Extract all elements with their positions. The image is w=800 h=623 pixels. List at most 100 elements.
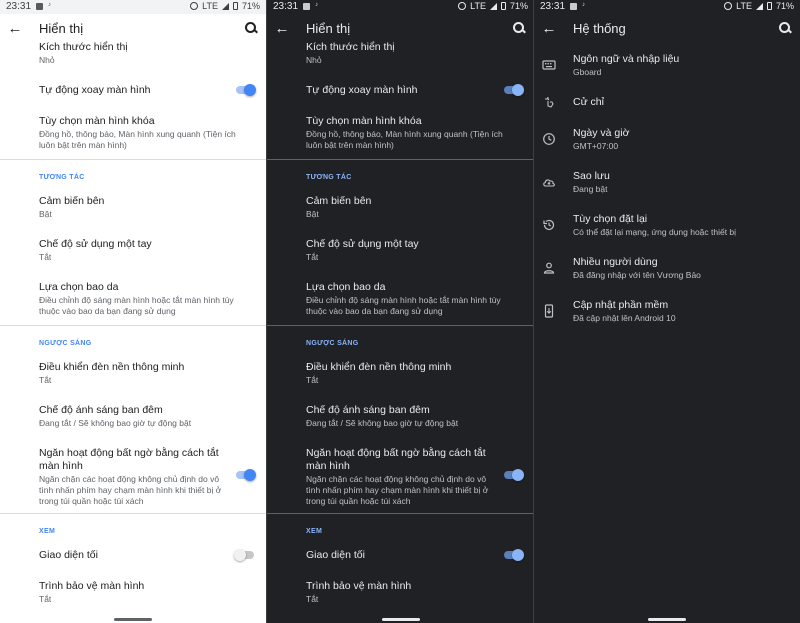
back-arrow-icon[interactable]: ← xyxy=(273,20,291,38)
battery-icon xyxy=(500,2,506,10)
setting-title: Tự động xoay màn hình xyxy=(306,84,418,96)
setting-auto-rotate[interactable]: Tự động xoay màn hình xyxy=(306,84,524,97)
setting-title: Trình bảo vệ màn hình xyxy=(39,580,145,592)
signal-icon xyxy=(489,2,497,10)
auto-rotate-toggle[interactable] xyxy=(234,83,256,97)
setting-title: Chế độ sử dụng một tay xyxy=(306,238,419,250)
status-time: 23:31 xyxy=(273,1,299,12)
setting-lock-screen[interactable]: Tùy chọn màn hình khóa Đồng hồ, thông bá… xyxy=(39,115,252,151)
setting-title: Điều khiển đèn nền thông minh xyxy=(39,361,185,373)
setting-edge-sensor[interactable]: Cảm biến bên Bật xyxy=(306,195,524,220)
gallery-notification-icon xyxy=(36,3,43,10)
setting-screensaver[interactable]: Trình bảo vệ màn hình Tắt xyxy=(39,580,256,605)
back-arrow-icon[interactable]: ← xyxy=(540,20,558,38)
status-bar: 23:31 ♪ LTE 71% xyxy=(267,0,534,14)
history-reset-icon xyxy=(543,219,555,231)
system-item-date-time[interactable]: Ngày và giờ GMT+07:00 xyxy=(573,127,790,152)
status-right: LTE 71% xyxy=(724,1,794,11)
setting-title: Tùy chọn màn hình khóa xyxy=(39,115,155,127)
system-item-backup[interactable]: Sao lưu Đang bật xyxy=(573,170,790,195)
gesture-nav-bar[interactable] xyxy=(648,618,686,621)
status-right: LTE 71% xyxy=(190,1,260,11)
dark-theme-toggle[interactable] xyxy=(502,548,524,562)
setting-title: Cảm biến bên xyxy=(39,195,105,207)
setting-summary: Tắt xyxy=(306,252,319,262)
system-item-language[interactable]: Ngôn ngữ và nhập liệu Gboard xyxy=(573,53,790,78)
divider xyxy=(0,513,266,514)
setting-edge-sensor[interactable]: Cảm biến bên Bật xyxy=(39,195,256,220)
setting-title: Tùy chọn đặt lại xyxy=(573,213,648,225)
setting-summary: Ngăn chặn các hoạt động không chủ định d… xyxy=(39,474,222,506)
setting-summary: Tắt xyxy=(306,594,319,604)
setting-title: Trình bảo vệ màn hình xyxy=(306,580,412,592)
divider xyxy=(267,159,534,160)
notification-icon: ♪ xyxy=(315,2,318,8)
network-type: LTE xyxy=(202,1,218,11)
signal-icon xyxy=(755,2,763,10)
system-item-reset[interactable]: Tùy chọn đặt lại Có thể đặt lại mạng, ứn… xyxy=(573,213,790,238)
prevent-touch-toggle[interactable] xyxy=(502,468,524,482)
page-title: Hiển thị xyxy=(39,21,84,36)
setting-prevent-touch[interactable]: Ngăn hoạt động bất ngờ bằng cách tắt màn… xyxy=(39,447,226,507)
setting-summary: Điều chỉnh độ sáng màn hình hoặc tắt màn… xyxy=(39,295,234,316)
setting-title: Lựa chọn bao da xyxy=(306,281,386,293)
status-time: 23:31 xyxy=(6,1,32,12)
app-bar: ← Hiển thị xyxy=(267,14,534,44)
divider xyxy=(0,159,266,160)
setting-title: Điều khiển đèn nền thông minh xyxy=(306,361,452,373)
setting-night-light[interactable]: Chế độ ánh sáng ban đêm Đang tắt / Sẽ kh… xyxy=(306,404,524,429)
setting-dark-theme[interactable]: Giao diện tối xyxy=(306,549,524,562)
setting-display-size[interactable]: Kích thước hiển thị Nhỏ xyxy=(39,41,256,66)
search-icon[interactable] xyxy=(510,20,528,38)
setting-summary: Đồng hồ, thông báo, Màn hình xung quanh … xyxy=(39,129,236,150)
section-header-backlight: NGƯỢC SÁNG xyxy=(39,340,92,347)
setting-cover[interactable]: Lựa chọn bao da Điều chỉnh độ sáng màn h… xyxy=(306,281,520,317)
system-item-software-update[interactable]: Cập nhật phần mềm Đã cập nhật lên Androi… xyxy=(573,299,790,324)
setting-summary: Ngăn chặn các hoạt động không chủ định d… xyxy=(306,474,489,506)
system-item-users[interactable]: Nhiều người dùng Đã đăng nhập với tên Vư… xyxy=(573,256,790,281)
search-icon[interactable] xyxy=(776,20,794,38)
setting-title: Cảm biến bên xyxy=(306,195,372,207)
setting-smart-backlight[interactable]: Điều khiển đèn nền thông minh Tắt xyxy=(39,361,256,386)
setting-night-light[interactable]: Chế độ ánh sáng ban đêm Đang tắt / Sẽ kh… xyxy=(39,404,256,429)
page-title: Hệ thống xyxy=(573,21,626,36)
setting-smart-backlight[interactable]: Điều khiển đèn nền thông minh Tắt xyxy=(306,361,524,386)
setting-one-hand[interactable]: Chế độ sử dụng một tay Tắt xyxy=(39,238,256,263)
setting-title: Ngăn hoạt động bất ngờ bằng cách tắt màn… xyxy=(306,447,486,472)
setting-dark-theme[interactable]: Giao diện tối xyxy=(39,549,256,562)
gesture-nav-bar[interactable] xyxy=(114,618,152,621)
setting-title: Cập nhật phần mềm xyxy=(573,299,669,311)
gallery-notification-icon xyxy=(303,3,310,10)
dark-theme-toggle[interactable] xyxy=(234,548,256,562)
setting-title: Chế độ ánh sáng ban đêm xyxy=(39,404,163,416)
setting-summary: Bật xyxy=(39,209,52,219)
auto-rotate-toggle[interactable] xyxy=(502,83,524,97)
setting-one-hand[interactable]: Chế độ sử dụng một tay Tắt xyxy=(306,238,524,263)
system-item-gestures[interactable]: Cử chỉ xyxy=(573,96,790,109)
prevent-touch-toggle[interactable] xyxy=(234,468,256,482)
section-header-view: XEM xyxy=(306,528,323,535)
setting-display-size[interactable]: Kích thước hiển thị Nhỏ xyxy=(306,41,524,66)
setting-cover[interactable]: Lựa chọn bao da Điều chỉnh độ sáng màn h… xyxy=(39,281,252,317)
setting-prevent-touch[interactable]: Ngăn hoạt động bất ngờ bằng cách tắt màn… xyxy=(306,447,494,507)
gesture-nav-bar[interactable] xyxy=(381,618,420,621)
battery-level: 71% xyxy=(241,1,260,11)
setting-auto-rotate[interactable]: Tự động xoay màn hình xyxy=(39,84,256,97)
dnd-icon xyxy=(458,2,467,10)
setting-title: Lựa chọn bao da xyxy=(39,281,119,293)
setting-title: Chế độ sử dụng một tay xyxy=(39,238,152,250)
status-bar: 23:31 ♪ LTE 71% xyxy=(534,0,800,14)
setting-summary: GMT+07:00 xyxy=(573,141,619,151)
setting-summary: Điều chỉnh độ sáng màn hình hoặc tắt màn… xyxy=(306,295,501,316)
app-bar: ← Hệ thống xyxy=(534,14,800,44)
back-arrow-icon[interactable]: ← xyxy=(6,20,24,38)
search-icon[interactable] xyxy=(242,20,260,38)
dnd-icon xyxy=(724,2,733,10)
setting-screensaver[interactable]: Trình bảo vệ màn hình Tắt xyxy=(306,580,524,605)
divider xyxy=(267,513,534,514)
section-header-interaction: TƯƠNG TÁC xyxy=(306,174,352,181)
setting-lock-screen[interactable]: Tùy chọn màn hình khóa Đồng hồ, thông bá… xyxy=(306,115,520,151)
setting-summary: Gboard xyxy=(573,67,602,77)
setting-summary: Đã cập nhật lên Android 10 xyxy=(573,313,676,323)
section-header-interaction: TƯƠNG TÁC xyxy=(39,174,85,181)
